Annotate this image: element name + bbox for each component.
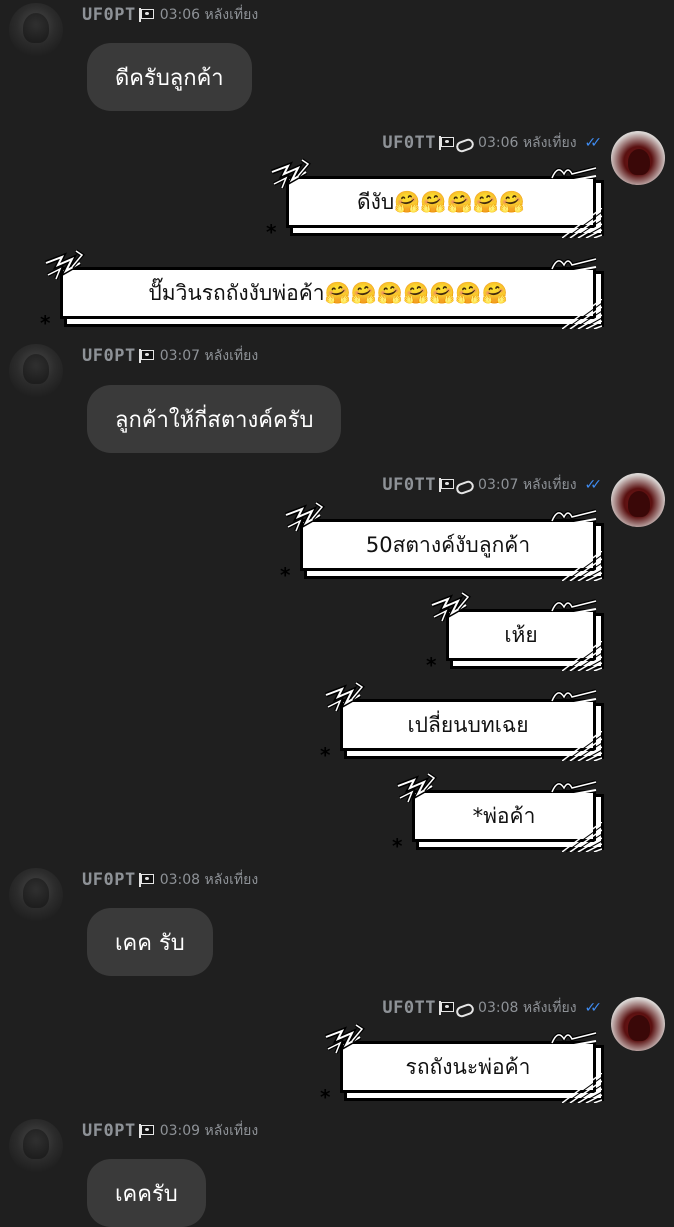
star-icon: * xyxy=(320,1085,331,1109)
message-meta: UF0TT 03:06 หลังเที่ยง ✓✓ xyxy=(382,132,603,154)
message-meta: UF0PT 03:08 หลังเที่ยง xyxy=(82,869,258,891)
comic-lines-icon xyxy=(550,599,598,615)
comic-burst-icon xyxy=(282,501,326,535)
read-check-icon: ✓✓ xyxy=(584,477,603,493)
message-bubble[interactable]: ปั๊มวินรถถังงับพ่อค้า🤗🤗🤗🤗🤗🤗🤗 * xyxy=(40,263,602,335)
avatar[interactable] xyxy=(9,344,63,398)
username[interactable]: UF0TT xyxy=(382,133,436,153)
username[interactable]: UF0TT xyxy=(382,475,436,495)
timestamp: 03:07 หลังเที่ยง xyxy=(159,348,259,364)
message-meta: UF0TT 03:07 หลังเที่ยง ✓✓ xyxy=(382,474,603,496)
read-check-icon: ✓✓ xyxy=(584,135,603,151)
message-meta: UF0PT 03:07 หลังเที่ยง xyxy=(82,345,258,367)
pirate-flag-icon xyxy=(138,873,154,887)
star-icon: * xyxy=(40,311,51,335)
message-bubble[interactable]: ดีครับลูกค้า xyxy=(87,43,252,111)
pirate-flag-icon xyxy=(438,136,455,150)
timestamp: 03:08 หลังเที่ยง xyxy=(478,1000,577,1016)
read-check-icon: ✓✓ xyxy=(584,1000,603,1016)
timestamp: 03:09 หลังเที่ยง xyxy=(159,1123,259,1139)
message-meta: UF0PT 03:09 หลังเที่ยง xyxy=(82,1120,258,1142)
speed-lines-icon xyxy=(562,551,602,581)
speed-lines-icon xyxy=(562,208,602,238)
message-bubble[interactable]: รถถังนะพ่อค้า * xyxy=(320,1037,602,1109)
username[interactable]: UF0PT xyxy=(82,346,136,366)
comic-burst-icon xyxy=(322,681,366,715)
pirate-flag-icon xyxy=(138,1124,154,1138)
message-meta: UF0PT 03:06 หลังเที่ยง xyxy=(82,4,258,26)
avatar[interactable] xyxy=(611,473,665,527)
avatar[interactable] xyxy=(611,131,665,185)
username[interactable]: UF0PT xyxy=(82,870,136,890)
star-icon: * xyxy=(426,653,437,677)
avatar[interactable] xyxy=(9,3,63,57)
star-icon: * xyxy=(280,563,291,587)
comic-lines-icon xyxy=(550,1031,598,1047)
star-icon: * xyxy=(320,743,331,767)
message-bubble[interactable]: เคครับ xyxy=(87,1159,206,1227)
emblem-icon xyxy=(456,137,472,149)
message-bubble[interactable]: เปลี่ยนบทเฉย * xyxy=(320,695,602,767)
username[interactable]: UF0TT xyxy=(382,998,436,1018)
emblem-icon xyxy=(456,1002,472,1014)
star-icon: * xyxy=(266,220,277,244)
pirate-flag-icon xyxy=(438,478,455,492)
message-meta: UF0TT 03:08 หลังเที่ยง ✓✓ xyxy=(382,997,603,1019)
avatar[interactable] xyxy=(9,868,63,922)
message-bubble[interactable]: 50สตางค์งับลูกค้า * xyxy=(280,515,602,587)
message-bubble[interactable]: เคค รับ xyxy=(87,908,213,976)
timestamp: 03:06 หลังเที่ยง xyxy=(159,7,259,23)
username[interactable]: UF0PT xyxy=(82,1121,136,1141)
comic-lines-icon xyxy=(550,509,598,525)
comic-burst-icon xyxy=(428,591,472,625)
emblem-icon xyxy=(456,479,472,491)
comic-lines-icon xyxy=(550,257,598,273)
comic-lines-icon xyxy=(550,780,598,796)
comic-burst-icon xyxy=(42,249,86,283)
pirate-flag-icon xyxy=(438,1001,455,1015)
star-icon: * xyxy=(392,834,403,858)
message-bubble[interactable]: เห้ย * xyxy=(426,605,602,677)
speed-lines-icon xyxy=(562,641,602,671)
message-bubble[interactable]: *พ่อค้า * xyxy=(392,786,602,858)
pirate-flag-icon xyxy=(138,8,154,22)
speed-lines-icon xyxy=(562,1073,602,1103)
avatar[interactable] xyxy=(611,997,665,1051)
comic-burst-icon xyxy=(268,158,312,192)
avatar[interactable] xyxy=(9,1119,63,1173)
timestamp: 03:07 หลังเที่ยง xyxy=(478,477,577,493)
pirate-flag-icon xyxy=(138,349,154,363)
speed-lines-icon xyxy=(562,822,602,852)
comic-lines-icon xyxy=(550,689,598,705)
username[interactable]: UF0PT xyxy=(82,5,136,25)
comic-lines-icon xyxy=(550,166,598,182)
timestamp: 03:06 หลังเที่ยง xyxy=(478,135,577,151)
message-text: ปั๊มวินรถถังงับพ่อค้า🤗🤗🤗🤗🤗🤗🤗 xyxy=(148,280,508,305)
speed-lines-icon xyxy=(562,731,602,761)
timestamp: 03:08 หลังเที่ยง xyxy=(159,872,259,888)
comic-burst-icon xyxy=(394,772,438,806)
comic-burst-icon xyxy=(322,1023,366,1057)
message-bubble[interactable]: ดีงับ🤗🤗🤗🤗🤗 * xyxy=(266,172,602,244)
message-bubble[interactable]: ลูกค้าให้กี่สตางค์ครับ xyxy=(87,385,342,453)
speed-lines-icon xyxy=(562,299,602,329)
